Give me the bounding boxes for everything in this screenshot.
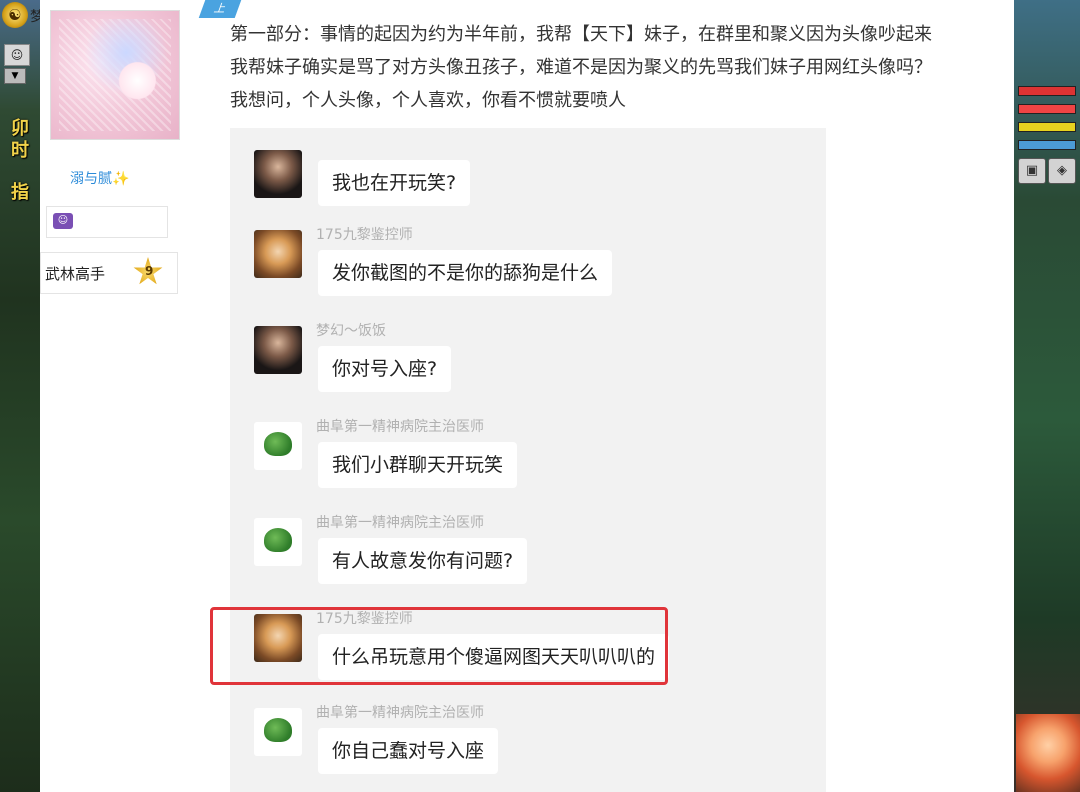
rank-title: 武林高手 (45, 265, 106, 283)
author-profile: 上 溺与腻✨ ☺ 武林高手 9 (40, 0, 242, 792)
chat-message: 我也在开玩笑? (230, 142, 826, 232)
character-portrait[interactable] (1016, 714, 1080, 792)
chat-message: 梦幻～饭饭 你对号入座? (230, 318, 826, 408)
game-logo-icon[interactable]: ☯ (2, 2, 28, 28)
dropdown-arrow-icon[interactable]: ▼ (4, 68, 26, 84)
game-background-left: ☯ 梦 ☺ ▼ 卯 时 指 (0, 0, 44, 792)
author-badge-box: ☺ (46, 206, 168, 238)
author-avatar[interactable] (50, 10, 180, 140)
game-background-right: ▣ ◈ (1014, 0, 1080, 792)
side-char-2: 时 (11, 140, 29, 161)
chat-message: 曲阜第一精神病院主治医师 你自己蠢对号入座 (230, 700, 826, 790)
post-body: 第一部分：事情的起因为约为半年前，我帮【天下】妹子，在群里和聚义因为头像吵起来 … (230, 18, 1020, 117)
post-line-2: 我帮妹子确实是骂了对方头像丑孩子，难道不是因为聚义的先骂我们妹子用网红头像吗？ (230, 57, 932, 78)
chat-sender: 175九黎鉴控师 (316, 227, 413, 243)
side-char-1: 卯 (11, 118, 29, 139)
chat-screenshot: 我也在开玩笑? 175九黎鉴控师 发你截图的不是你的舔狗是什么 梦幻～饭饭 你对… (230, 128, 826, 792)
side-label: 指 (11, 182, 29, 203)
avatar-art (59, 19, 171, 131)
chat-avatar (254, 518, 302, 566)
chat-message: 175九黎鉴控师 发你截图的不是你的舔狗是什么 (230, 222, 826, 312)
chat-sender: 曲阜第一精神病院主治医师 (316, 515, 484, 531)
exp-bar (1018, 122, 1076, 132)
highlight-box (210, 607, 668, 685)
chat-avatar (254, 422, 302, 470)
chat-bubble: 有人故意发你有问题? (318, 538, 528, 584)
chat-message: 曲阜第一精神病院主治医师 有人故意发你有问题? (230, 510, 826, 600)
chat-message: 曲阜第一精神病院主治医师 我们小群聊天开玩笑 (230, 414, 826, 504)
post-line-1: 第一部分：事情的起因为约为半年前，我帮【天下】妹子，在群里和聚义因为头像吵起来 (230, 24, 932, 45)
corner-tag: 上 (198, 0, 242, 18)
chat-sender: 梦幻～饭饭 (316, 323, 386, 339)
post-line-3: 我想问，个人头像，个人喜欢，你看不惯就要喷人 (230, 90, 626, 111)
chat-avatar (254, 708, 302, 756)
chat-avatar (254, 150, 302, 198)
status-bars (1018, 86, 1076, 158)
chat-avatar (254, 326, 302, 374)
chat-bubble: 发你截图的不是你的舔狗是什么 (318, 250, 613, 296)
chat-avatar (254, 230, 302, 278)
mp-bar (1018, 140, 1076, 150)
rank-level: 9 (145, 264, 154, 278)
game-button-1[interactable]: ▣ (1018, 158, 1046, 184)
chat-sender: 曲阜第一精神病院主治医师 (316, 705, 484, 721)
chat-sender: 曲阜第一精神病院主治医师 (316, 419, 484, 435)
chat-bubble: 我也在开玩笑? (318, 160, 471, 206)
chat-bubble: 我们小群聊天开玩笑 (318, 442, 518, 488)
chat-bubble: 你自己蠢对号入座 (318, 728, 499, 774)
chat-bubble: 你对号入座? (318, 346, 452, 392)
hp-bar-2 (1018, 104, 1076, 114)
hp-bar (1018, 86, 1076, 96)
toolbar-icon[interactable]: ☺ (4, 44, 30, 66)
badge-icon: ☺ (53, 213, 73, 229)
game-button-2[interactable]: ◈ (1048, 158, 1076, 184)
author-rank: 武林高手 9 (40, 252, 178, 294)
author-username[interactable]: 溺与腻✨ (70, 168, 129, 188)
